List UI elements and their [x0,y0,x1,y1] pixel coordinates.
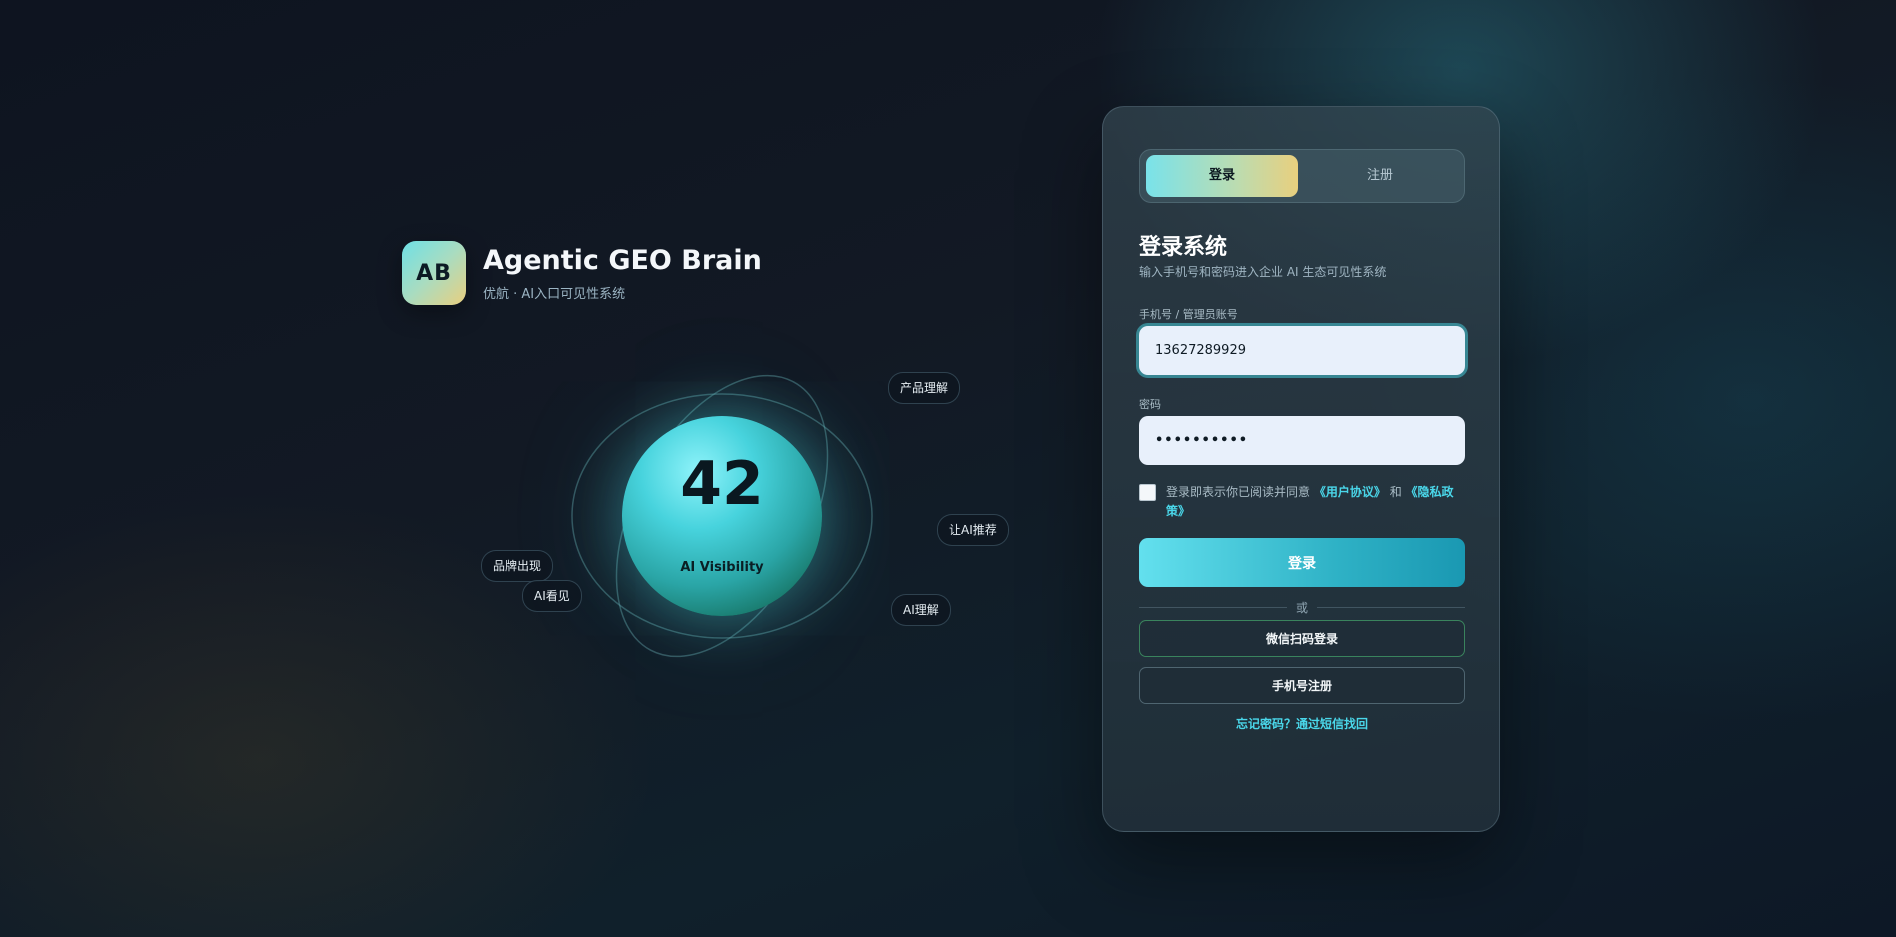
forgot-password-link[interactable]: 忘记密码？通过短信找回 [1139,715,1465,732]
visibility-orb: 42 AI Visibility [622,416,822,616]
user-agreement-link[interactable]: 《用户协议》 [1314,485,1386,499]
agreement-and: 和 [1389,485,1402,499]
visibility-label: AI Visibility [680,560,764,575]
divider-line-right [1317,607,1465,608]
brand-title: Agentic GEO Brain [483,244,762,276]
chip-ai-understanding: AI理解 [891,594,951,626]
phone-label: 手机号 / 管理员账号 [1139,308,1238,321]
chip-brand-appear: 品牌出现 [481,550,554,582]
phone-register-button[interactable]: 手机号注册 [1139,667,1465,704]
agreement-prefix: 登录即表示你已阅读并同意 [1166,485,1311,499]
wechat-login-button[interactable]: 微信扫码登录 [1139,620,1465,657]
password-label: 密码 [1139,398,1161,411]
brand-text: Agentic GEO Brain 优航 · AI入口可见性系统 [483,245,762,302]
or-divider: 或 [1139,597,1465,617]
tab-register[interactable]: 注册 [1304,155,1456,197]
tab-login[interactable]: 登录 [1146,155,1298,197]
password-input[interactable] [1139,416,1465,465]
login-subtitle: 输入手机号和密码进入企业 AI 生态可见性系统 [1139,265,1387,279]
login-submit-button[interactable]: 登录 [1139,538,1465,587]
login-card: 登录 注册 登录系统 输入手机号和密码进入企业 AI 生态可见性系统 手机号 /… [1102,106,1500,832]
visibility-orb-visual: 42 AI Visibility 产品理解 让AI推荐 AI理解 品牌出现 AI… [481,320,1009,700]
chip-product-understanding: 产品理解 [888,372,961,404]
visibility-score: 42 [680,449,764,519]
login-title: 登录系统 [1139,235,1228,260]
brand-header: AB Agentic GEO Brain 优航 · AI入口可见性系统 [402,241,762,305]
phone-input[interactable] [1139,326,1465,375]
brand-logo-text: AB [416,260,452,286]
chip-ai-recommend: 让AI推荐 [937,514,1009,546]
brand-logo: AB [402,241,466,305]
agreement-text: 登录即表示你已阅读并同意 《用户协议》 和 《隐私政策》 [1166,483,1465,521]
agreement-row: 登录即表示你已阅读并同意 《用户协议》 和 《隐私政策》 [1139,483,1465,521]
brand-subtitle: 优航 · AI入口可见性系统 [483,286,626,302]
auth-tabs: 登录 注册 [1139,149,1465,203]
agreement-checkbox[interactable] [1139,484,1156,501]
chip-ai-see: AI看见 [522,580,582,612]
